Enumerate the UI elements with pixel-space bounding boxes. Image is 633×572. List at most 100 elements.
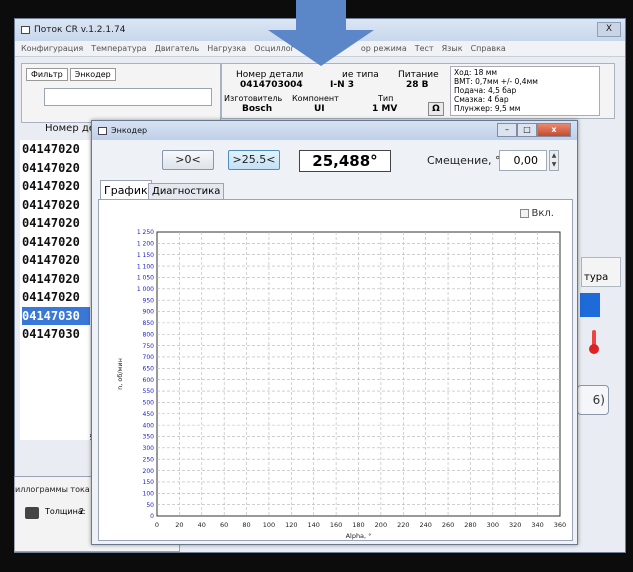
x-tick-label: 340 xyxy=(531,521,543,529)
offset-spinner[interactable]: ▲ ▼ xyxy=(549,150,559,171)
y-tick-label: 1 200 xyxy=(137,241,154,248)
thermometer-icon xyxy=(587,329,601,355)
y-tick-label: 1 250 xyxy=(137,229,154,236)
zero-button[interactable]: >0< xyxy=(162,150,214,170)
menu-item-load[interactable]: Нагрузка xyxy=(207,44,246,53)
right-panel-label: тура xyxy=(581,257,621,287)
y-tick-label: 800 xyxy=(143,331,155,338)
close-button[interactable]: x xyxy=(537,123,571,137)
enable-checkbox[interactable]: Вкл. xyxy=(519,208,554,219)
temperature-label-fragment: тура xyxy=(584,272,609,283)
encoder-title: Энкодер xyxy=(111,126,148,135)
x-tick-label: 300 xyxy=(487,521,499,529)
menu-item-engine[interactable]: Двигатель xyxy=(155,44,200,53)
x-tick-label: 160 xyxy=(330,521,342,529)
y-tick-label: 950 xyxy=(143,297,155,304)
list-header: Номер де xyxy=(45,123,95,134)
tab-diagnostics[interactable]: Диагностика xyxy=(148,183,225,200)
encoder-chart: 0 20 40 60 80 100 120 140 160 180 200 220 240 260 280 3… xyxy=(116,229,566,540)
window-controls: – □ x xyxy=(497,123,571,137)
menu-item-language[interactable]: Язык xyxy=(442,44,463,53)
y-tick-label: 200 xyxy=(143,468,155,475)
y-tick-label: 1 000 xyxy=(137,286,154,293)
y-tick-label: 100 xyxy=(143,490,155,497)
filter-tabs: Фильтр Энкодер xyxy=(26,68,116,81)
list-item[interactable]: 04147020 xyxy=(22,251,90,270)
x-tick-label: 200 xyxy=(375,521,387,529)
maximize-button[interactable]: □ xyxy=(517,123,537,137)
maker-value: Bosch xyxy=(242,104,273,114)
window-icon xyxy=(98,126,107,135)
list-item[interactable]: 04147020 xyxy=(22,140,90,159)
menu-item-help[interactable]: Справка xyxy=(471,44,506,53)
list-item[interactable]: 04147030 xyxy=(22,306,90,325)
tab-graph[interactable]: График xyxy=(100,180,152,200)
main-close-button[interactable]: X xyxy=(597,22,621,37)
offset-input[interactable]: 0,00 xyxy=(499,150,547,171)
x-tick-label: 100 xyxy=(263,521,275,529)
camera-icon[interactable] xyxy=(25,507,39,519)
minimize-button[interactable]: – xyxy=(497,123,517,137)
set-25-5-button[interactable]: >25.5< xyxy=(228,150,280,170)
maker-label: Изготовитель xyxy=(224,94,283,103)
omega-button[interactable]: Ω xyxy=(428,102,444,116)
y-tick-label: 150 xyxy=(143,479,155,486)
list-item[interactable]: 04147030 xyxy=(22,325,90,344)
y-tick-label: 750 xyxy=(143,343,155,350)
x-axis-label: Alpha, ° xyxy=(346,532,372,540)
angle-display: 25,488° xyxy=(299,150,391,172)
encoder-title-bar: Энкодер – □ x xyxy=(92,121,577,140)
y-tick-label: 50 xyxy=(146,502,154,509)
x-tick-label: 60 xyxy=(220,521,228,529)
x-tick-label: 140 xyxy=(308,521,320,529)
y-tick-label: 600 xyxy=(143,377,155,384)
x-tick-label: 360 xyxy=(554,521,566,529)
x-tick-label: 220 xyxy=(397,521,409,529)
offset-label: Смещение, ° xyxy=(427,154,501,167)
main-window-title: Поток CR v.1.2.1.74 xyxy=(34,25,126,35)
component-label: Компонент xyxy=(292,94,339,103)
tab-filter[interactable]: Фильтр xyxy=(26,68,68,81)
y-tick-label: 650 xyxy=(143,366,155,373)
list-item[interactable]: 04147020 xyxy=(22,270,90,289)
y-tick-label: 1 050 xyxy=(137,275,154,282)
part-number-label: Номер детали xyxy=(236,70,304,80)
x-tick-label: 320 xyxy=(509,521,521,529)
list-item[interactable]: 04147020 xyxy=(22,196,90,215)
x-tick-label: 120 xyxy=(285,521,297,529)
spec-stroke: Ход: 18 мм xyxy=(454,68,498,77)
pointer-arrow xyxy=(268,0,374,66)
y-tick-label: 300 xyxy=(143,445,155,452)
x-tick-label: 240 xyxy=(419,521,431,529)
menu-item-test[interactable]: Тест xyxy=(415,44,434,53)
y-tick-label: 350 xyxy=(143,434,155,441)
list-item[interactable]: 04147020 xyxy=(22,177,90,196)
tab-encoder-small[interactable]: Энкодер xyxy=(69,68,116,81)
y-tick-label: 500 xyxy=(143,400,155,407)
menu-item-temperature[interactable]: Температура xyxy=(91,44,146,53)
y-tick-label: 850 xyxy=(143,320,155,327)
window-icon xyxy=(21,26,30,34)
x-tick-label: 20 xyxy=(175,521,183,529)
x-tick-label: 0 xyxy=(155,521,159,529)
menu-item-configuration[interactable]: Конфигурация xyxy=(21,44,83,53)
list-item[interactable]: 04147020 xyxy=(22,233,90,252)
list-item[interactable]: 04147020 xyxy=(22,159,90,178)
oscillogram-label: иллограммы тока xyxy=(15,485,90,494)
y-tick-label: 700 xyxy=(143,354,155,361)
x-tick-label: 260 xyxy=(442,521,454,529)
checkbox-box[interactable] xyxy=(519,209,529,218)
thickness-value[interactable]: 2 xyxy=(79,507,84,516)
filter-panel: Фильтр Энкодер xyxy=(21,63,221,123)
filter-input[interactable] xyxy=(44,88,212,106)
graph-tab-panel: Вкл. 0 20 40 60 80 100 120 140 160 180 200 220 240 26… xyxy=(98,199,573,541)
spec-feed: Подача: 4,5 бар xyxy=(454,86,517,95)
specs-box: Ход: 18 мм ВМТ: 0,7мм +/- 0,4мм Подача: … xyxy=(450,66,600,116)
spec-plunger: Плунжер: 9,5 мм xyxy=(454,104,521,113)
right-button-fragment[interactable]: 6) xyxy=(577,385,609,415)
part-number-value: 0414703004 xyxy=(240,80,303,90)
y-tick-label: 1 150 xyxy=(137,252,154,259)
list-item[interactable]: 04147020 xyxy=(22,288,90,307)
list-item[interactable]: 04147020 xyxy=(22,214,90,233)
y-tick-label: 0 xyxy=(150,513,154,520)
